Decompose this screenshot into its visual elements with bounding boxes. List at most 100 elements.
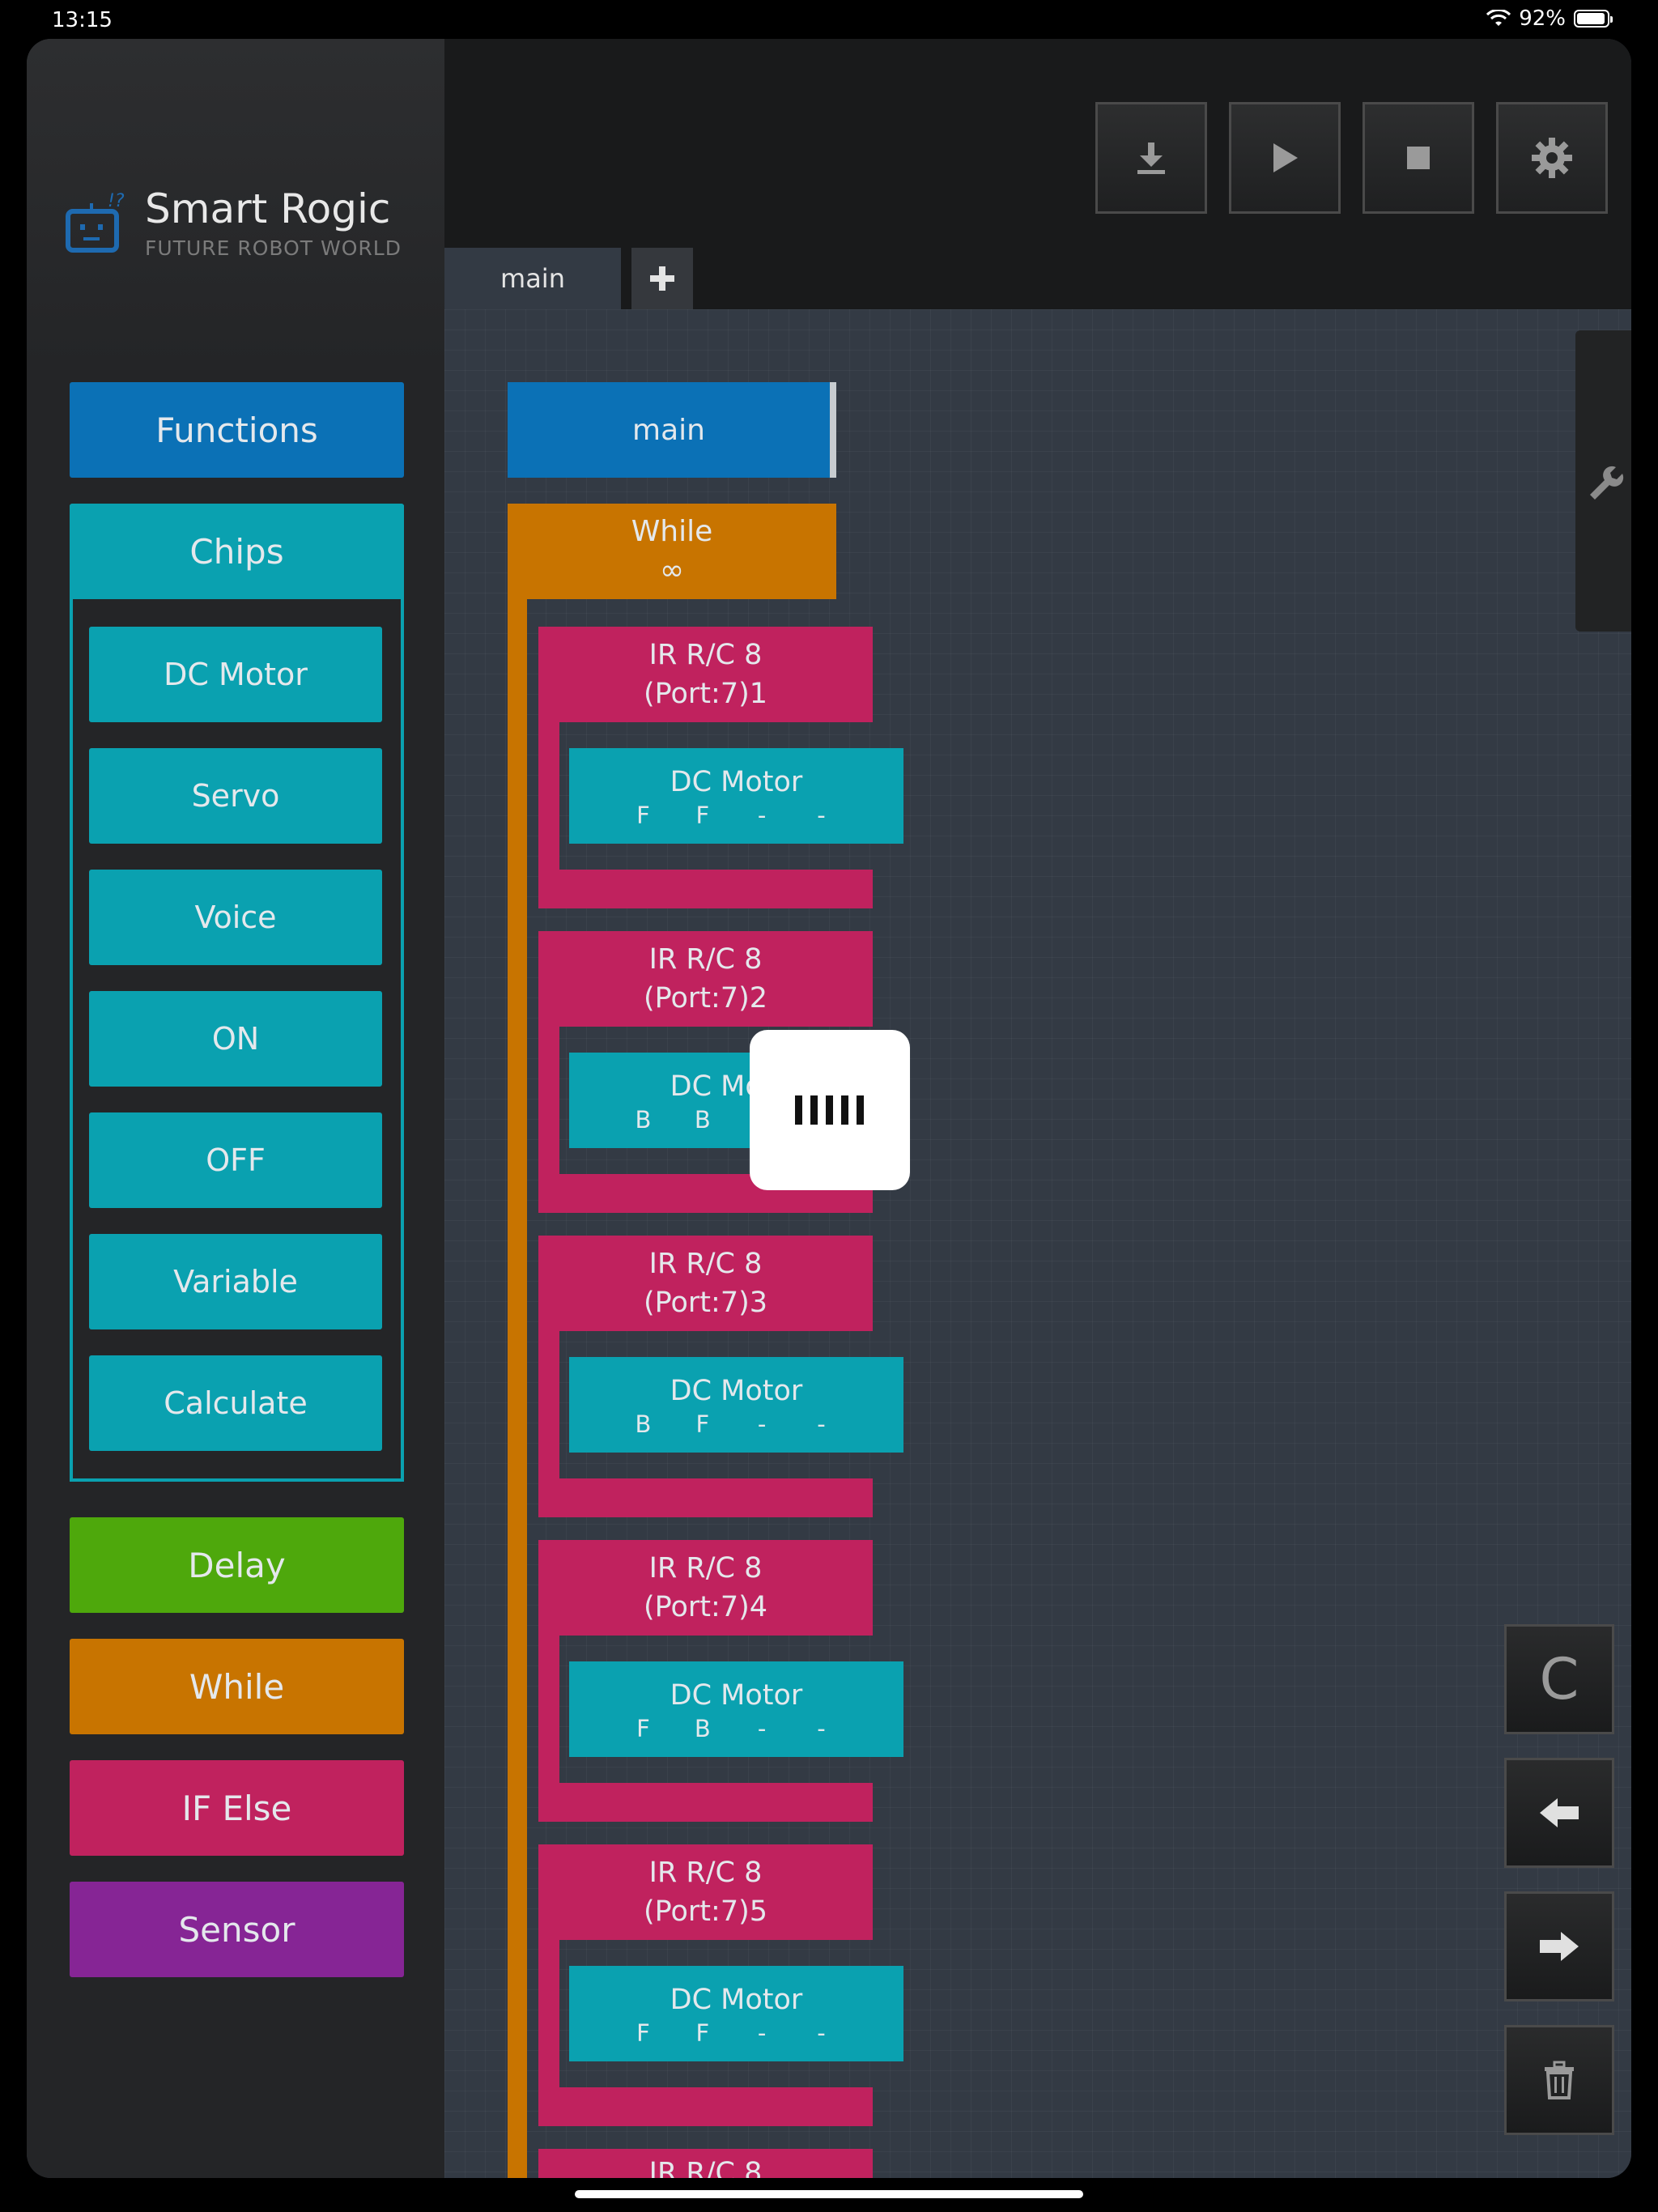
app-subtitle: FUTURE ROBOT WORLD [145,236,402,260]
while-block[interactable]: While ∞ [508,504,836,599]
if-else-category-button[interactable]: IF Else [70,1760,404,1856]
param-2: F [695,1410,710,1438]
stop-icon [1407,147,1430,169]
dc-motor-title: DC Motor [670,766,803,798]
param-1: F [636,1715,650,1742]
arrow-left-icon [1540,1798,1579,1827]
ir-block-4-footer [538,1783,873,1822]
ir-block-port: (Port:7)3 [643,1287,768,1319]
dc-motor-block-5[interactable]: DC Motor F F - - [569,1966,903,2061]
param-4: - [817,1715,826,1742]
dc-motor-params: F B - - [627,1715,838,1742]
download-icon [1137,143,1165,174]
download-button[interactable] [1095,102,1207,214]
app-logo: !? Smart Rogic FUTURE ROBOT WORLD [66,186,402,260]
add-tab-button[interactable] [631,248,693,309]
param-3: - [757,2019,767,2047]
ir-block-6-partial[interactable]: IR R/C 8 [538,2149,873,2178]
ir-block-port: (Port:7)4 [643,1591,768,1623]
ir-block-port: (Port:7)5 [643,1895,768,1928]
sidebar: !? Smart Rogic FUTURE ROBOT WORLD Functi… [27,39,444,2178]
param-2: B [694,1106,711,1134]
settings-button[interactable] [1496,102,1608,214]
delete-button[interactable] [1504,2025,1614,2135]
drag-handle-overlay[interactable] [750,1030,910,1190]
wifi-icon [1486,10,1511,26]
ir-block-1-footer [538,870,873,908]
chip-off[interactable]: OFF [89,1112,382,1208]
tool-drawer-handle[interactable] [1575,330,1631,632]
ir-block-title: IR R/C 8 [648,2157,763,2178]
dc-motor-block-1[interactable]: DC Motor F F - - [569,748,903,844]
functions-category-button[interactable]: Functions [70,382,404,478]
delay-category-button[interactable]: Delay [70,1517,404,1613]
while-value: ∞ [660,554,684,587]
ir-block-port: (Port:7)1 [643,678,768,710]
ir-block-5-footer [538,2087,873,2126]
param-2: F [695,2019,710,2047]
logo-text: Smart Rogic FUTURE ROBOT WORLD [129,186,402,260]
ir-block-title: IR R/C 8 [648,1552,763,1585]
clear-label: C [1539,1646,1579,1712]
param-3: - [757,802,767,829]
while-block-rail [508,525,527,2178]
ir-block-title: IR R/C 8 [648,639,763,671]
play-button[interactable] [1229,102,1341,214]
main-function-block[interactable]: main [508,382,836,478]
param-4: - [817,802,826,829]
dc-motor-params: F F - - [627,802,838,829]
dc-motor-title: DC Motor [670,1375,803,1407]
battery-icon [1574,10,1613,28]
status-time: 13:15 [52,8,113,32]
status-bar: 13:15 92% [0,0,1658,39]
ir-block-3-footer [538,1478,873,1517]
dc-motor-block-4[interactable]: DC Motor F B - - [569,1661,903,1757]
ir-block-port: (Port:7)2 [643,982,768,1015]
ir-block-5[interactable]: IR R/C 8 (Port:7)5 [538,1844,873,1940]
param-4: - [817,2019,826,2047]
home-indicator[interactable] [575,2190,1083,2198]
tab-main[interactable]: main [444,248,621,309]
battery-percent: 92% [1519,6,1566,31]
ir-block-4[interactable]: IR R/C 8 (Port:7)4 [538,1540,873,1636]
chip-servo[interactable]: Servo [89,748,382,844]
ir-block-3[interactable]: IR R/C 8 (Port:7)3 [538,1236,873,1331]
while-category-button[interactable]: While [70,1639,404,1734]
gear-icon [1532,138,1572,178]
param-2: F [695,802,710,829]
while-label: While [631,515,713,548]
param-3: - [757,1410,767,1438]
param-3: - [757,1715,767,1742]
chip-voice[interactable]: Voice [89,870,382,965]
param-1: B [635,1410,652,1438]
robot-logo-icon: !? [66,192,125,253]
undo-button[interactable] [1504,1758,1614,1868]
arrow-right-icon [1540,1932,1579,1961]
chip-calculate[interactable]: Calculate [89,1355,382,1451]
dc-motor-params: F F - - [627,2019,838,2047]
dc-motor-title: DC Motor [670,1984,803,2016]
chip-variable[interactable]: Variable [89,1234,382,1329]
chip-on[interactable]: ON [89,991,382,1087]
sensor-category-button[interactable]: Sensor [70,1882,404,1977]
chip-dc-motor[interactable]: DC Motor [89,627,382,722]
plus-icon [650,266,674,291]
param-4: - [817,1410,826,1438]
play-icon [1273,143,1298,172]
wrench-icon [1589,466,1623,500]
dc-motor-block-3[interactable]: DC Motor B F - - [569,1357,903,1453]
grip-icon [795,1095,864,1125]
ir-block-2[interactable]: IR R/C 8 (Port:7)2 [538,931,873,1027]
ir-block-1[interactable]: IR R/C 8 (Port:7)1 [538,627,873,722]
dc-motor-params: B F - - [627,1410,838,1438]
param-1: F [636,802,650,829]
app-title: Smart Rogic [145,185,391,232]
ir-block-title: IR R/C 8 [648,1248,763,1280]
ir-block-title: IR R/C 8 [648,943,763,976]
param-1: B [635,1106,652,1134]
redo-button[interactable] [1504,1891,1614,2001]
ir-block-title: IR R/C 8 [648,1857,763,1889]
stop-button[interactable] [1363,102,1474,214]
trash-icon [1545,2061,1574,2099]
clear-button[interactable]: C [1504,1624,1614,1734]
